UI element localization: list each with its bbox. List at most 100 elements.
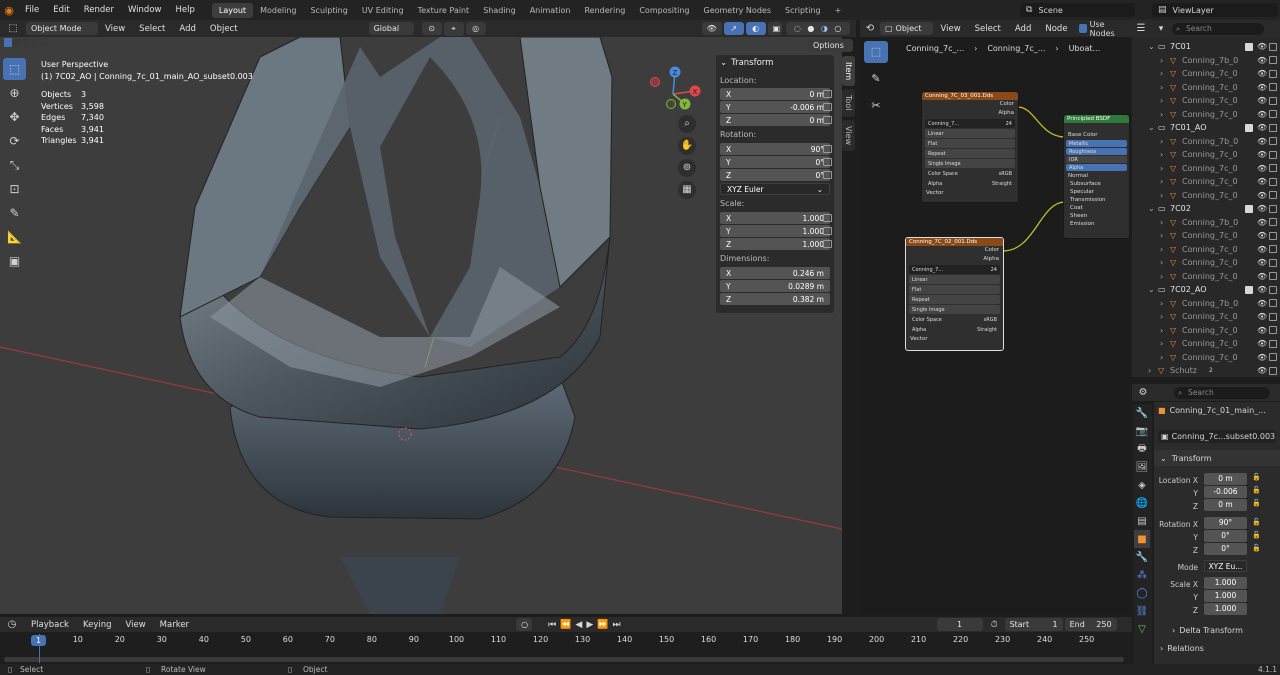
outliner-object[interactable]: › ▽ Conning_7c_0 👁 — [1144, 324, 1280, 338]
outliner-object[interactable]: › ▽ Conning_7c_0 👁 — [1144, 229, 1280, 243]
object-tab-icon[interactable]: ■ — [1134, 530, 1150, 548]
timeline-editor-icon[interactable]: ◷ — [0, 619, 24, 630]
outliner-object[interactable]: › ▽ Conning_7c_0 👁 — [1144, 189, 1280, 203]
transform-tool-icon[interactable]: ⊡ — [3, 178, 26, 200]
tab-shading[interactable]: Shading — [476, 3, 523, 18]
viewport-menu-add[interactable]: Add — [172, 24, 202, 34]
output-alpha-socket[interactable]: Alpha — [906, 255, 1003, 264]
render-toggle-icon[interactable] — [1269, 137, 1277, 146]
measure-tool-icon[interactable]: 📐 — [3, 226, 26, 248]
playhead[interactable]: 1 — [31, 635, 46, 646]
eye-icon[interactable]: 👁 — [1257, 56, 1267, 65]
node-menu-node[interactable]: Node — [1038, 24, 1074, 34]
interpolation-dropdown[interactable]: Linear — [925, 129, 1015, 138]
blender-logo-icon[interactable]: ◉ — [0, 4, 18, 17]
node-title[interactable]: Principled BSDF — [1064, 115, 1129, 123]
viewport-menu-view[interactable]: View — [98, 24, 132, 34]
chevron-right-icon[interactable]: › — [1160, 96, 1170, 105]
output-color-socket[interactable]: Color — [906, 246, 1003, 255]
world-tab-icon[interactable]: 🌐 — [1134, 494, 1150, 512]
outliner-object[interactable]: › ▽ Conning_7c_0 👁 — [1144, 256, 1280, 270]
prop-scale-y[interactable]: 1.000 — [1204, 590, 1247, 602]
outliner-object[interactable]: › ▽ Conning_7c_0 👁 — [1144, 351, 1280, 365]
render-toggle-icon[interactable] — [1269, 191, 1277, 200]
mode-selector[interactable]: Object Mode — [26, 22, 98, 35]
include-checkbox[interactable] — [1245, 42, 1253, 51]
viewport-menu-object[interactable]: Object — [203, 24, 245, 34]
outliner-collection[interactable]: ⌄ ▭ 7C02 👁 — [1144, 202, 1280, 216]
menu-render[interactable]: Render — [77, 5, 121, 15]
chevron-right-icon[interactable]: › — [1160, 69, 1170, 78]
chevron-right-icon[interactable]: › — [1160, 56, 1170, 65]
chevron-down-icon[interactable]: ⌄ — [1148, 42, 1158, 51]
render-toggle-icon[interactable] — [1269, 204, 1277, 213]
alpha-field[interactable]: Alpha — [1066, 164, 1127, 171]
eye-icon[interactable]: 👁 — [1257, 123, 1267, 132]
tab-compositing[interactable]: Compositing — [632, 3, 696, 18]
location-z-field[interactable]: Z0 m — [720, 114, 830, 126]
select-mode-subtract-icon[interactable] — [22, 38, 30, 47]
chevron-right-icon[interactable]: › — [1160, 231, 1170, 240]
roughness-field[interactable]: Roughness — [1066, 148, 1127, 155]
prop-location-x[interactable]: 0 m — [1204, 473, 1247, 485]
tab-rendering[interactable]: Rendering — [577, 3, 632, 18]
auto-keying-icon[interactable]: ○ — [516, 618, 533, 631]
image-texture-node-1[interactable]: Conning_7C_03_001.Dds Color Alpha Connin… — [921, 91, 1019, 203]
menu-window[interactable]: Window — [121, 5, 169, 15]
eye-icon[interactable]: 👁 — [1257, 339, 1267, 348]
prop-rotation-y[interactable]: 0° — [1204, 530, 1247, 542]
chevron-right-icon[interactable]: › — [1160, 272, 1170, 281]
pivot-icon[interactable]: ⊙ — [421, 22, 442, 35]
shading-modes[interactable]: ◌ ● ◑ ○ — [785, 22, 850, 35]
prop-location-y[interactable]: -0.006 — [1204, 486, 1247, 498]
chevron-right-icon[interactable]: › — [1160, 245, 1170, 254]
data-tab-icon[interactable]: ▽ — [1134, 620, 1150, 638]
location-y-field[interactable]: Y -0.006 m — [720, 101, 830, 113]
image-selector[interactable]: Conning_7... 24 — [925, 119, 1015, 128]
render-tab-icon[interactable]: 📷 — [1134, 422, 1150, 440]
properties-search-input[interactable]: ⌕ Search — [1174, 386, 1270, 399]
color-space-row[interactable]: Color Space sRGB — [909, 315, 1000, 324]
delta-transform-section[interactable]: › Delta Transform — [1172, 626, 1243, 635]
visibility-icon[interactable]: 👁 — [701, 22, 722, 35]
image-texture-node-2[interactable]: Conning_7C_02_001.Dds Color Alpha Connin… — [905, 237, 1004, 351]
next-keyframe-icon[interactable]: ⏩ — [597, 620, 608, 630]
coat-panel[interactable]: Coat — [1064, 204, 1129, 212]
move-tool-icon[interactable]: ✥ — [3, 106, 26, 128]
tab-layout[interactable]: Layout — [211, 2, 254, 18]
transform-panel-header[interactable]: ⌄ Transform — [716, 55, 834, 71]
timeline-menu-view[interactable]: View — [119, 620, 153, 630]
eye-icon[interactable]: 👁 — [1257, 312, 1267, 321]
chevron-right-icon[interactable]: › — [1160, 191, 1170, 200]
rendered-shading-icon[interactable]: ○ — [834, 24, 841, 33]
tool-tab-icon[interactable]: 🔧 — [1134, 404, 1150, 422]
timeline-menu-playback[interactable]: Playback — [24, 620, 76, 630]
scene-tab-icon[interactable]: ◈ — [1134, 476, 1150, 494]
chevron-right-icon[interactable]: › — [1160, 150, 1170, 159]
chevron-right-icon[interactable]: › — [1160, 312, 1170, 321]
lock-icon[interactable]: 🔓 — [1252, 544, 1261, 552]
material-shading-icon[interactable]: ◑ — [821, 24, 828, 33]
outliner-object[interactable]: › ▽ Conning_7b_0 👁 — [1144, 216, 1280, 230]
current-frame-field[interactable]: 1 — [936, 618, 983, 631]
outliner-editor-icon[interactable]: ☰ — [1132, 23, 1150, 34]
eye-icon[interactable]: 👁 — [1257, 231, 1267, 240]
scale-y-field[interactable]: Y 1.000 — [720, 225, 830, 237]
outliner-object[interactable]: › ▽ Conning_7c_0 👁 — [1144, 175, 1280, 189]
node-editor-canvas[interactable]: Conning_7c_... › Conning_7c_... › Uboat.… — [860, 37, 1130, 614]
eye-icon[interactable]: 👁 — [1257, 258, 1267, 267]
eye-icon[interactable]: 👁 — [1257, 137, 1267, 146]
eye-icon[interactable]: 👁 — [1257, 272, 1267, 281]
viewlayer-selector[interactable]: ▤ ViewLayer — [1152, 3, 1278, 17]
node-editor-type-icon[interactable]: ⟲ — [860, 23, 880, 34]
outliner-object[interactable]: › ▽ Conning_7c_0 👁 — [1144, 67, 1280, 81]
eye-icon[interactable]: 👁 — [1257, 69, 1267, 78]
eye-icon[interactable]: 👁 — [1257, 83, 1267, 92]
start-frame-field[interactable]: Start 1 — [1004, 618, 1063, 631]
eye-icon[interactable]: 👁 — [1257, 96, 1267, 105]
eye-icon[interactable]: 👁 — [1257, 191, 1267, 200]
node-menu-add[interactable]: Add — [1008, 24, 1038, 34]
node-title[interactable]: Conning_7C_03_001.Dds — [922, 92, 1018, 100]
proportional-edit-icon[interactable]: ◎ — [465, 22, 486, 35]
eye-icon[interactable]: 👁 — [1257, 299, 1267, 308]
